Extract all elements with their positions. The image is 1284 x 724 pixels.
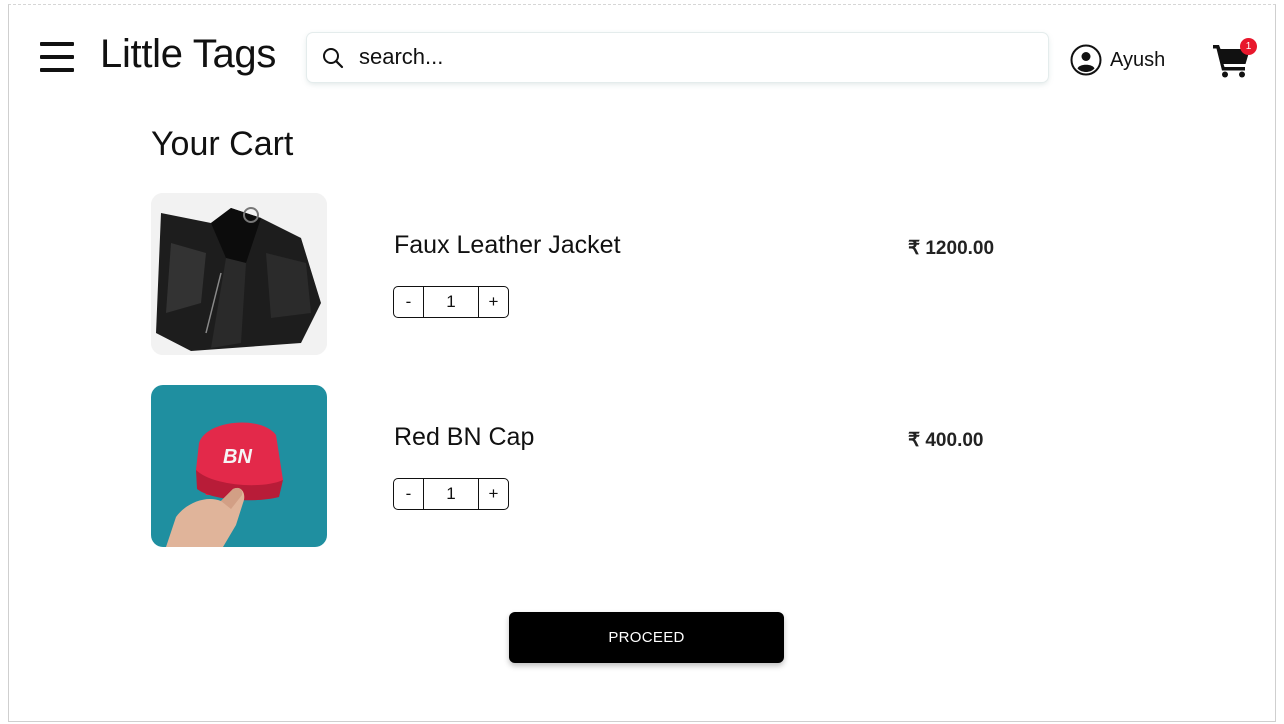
quantity-value[interactable]: 1 xyxy=(424,479,478,509)
proceed-button[interactable]: PROCEED xyxy=(509,612,784,663)
brand-logo[interactable]: Little Tags xyxy=(100,30,276,78)
product-name[interactable]: Red BN Cap xyxy=(394,423,534,452)
decrease-quantity-button[interactable]: - xyxy=(394,287,424,317)
search-bar[interactable] xyxy=(307,33,1048,82)
product-price: ₹ 400.00 xyxy=(908,430,984,451)
cart-button[interactable]: 1 xyxy=(1212,38,1257,78)
product-image-red-cap[interactable]: BN xyxy=(151,385,327,547)
quantity-stepper: - 1 + xyxy=(393,286,509,318)
product-image-leather-jacket[interactable] xyxy=(151,193,327,355)
quantity-stepper: - 1 + xyxy=(393,478,509,510)
svg-text:BN: BN xyxy=(223,446,252,468)
product-name[interactable]: Faux Leather Jacket xyxy=(394,231,621,260)
cart-count-badge: 1 xyxy=(1240,38,1257,55)
menu-icon[interactable] xyxy=(40,42,74,72)
cart-item: Faux Leather Jacket - 1 + ₹ 1200.00 xyxy=(151,193,1031,355)
increase-quantity-button[interactable]: + xyxy=(478,287,508,317)
user-account[interactable]: Ayush xyxy=(1070,44,1165,76)
user-icon xyxy=(1070,44,1102,76)
product-price: ₹ 1200.00 xyxy=(908,238,995,259)
search-input[interactable] xyxy=(359,41,1029,73)
increase-quantity-button[interactable]: + xyxy=(478,479,508,509)
page-title: Your Cart xyxy=(151,125,294,163)
decrease-quantity-button[interactable]: - xyxy=(394,479,424,509)
quantity-value[interactable]: 1 xyxy=(424,287,478,317)
user-name: Ayush xyxy=(1110,48,1166,71)
cart-item: BN Red BN Cap - 1 + ₹ 400.00 xyxy=(151,385,1031,547)
search-icon[interactable] xyxy=(321,46,345,70)
